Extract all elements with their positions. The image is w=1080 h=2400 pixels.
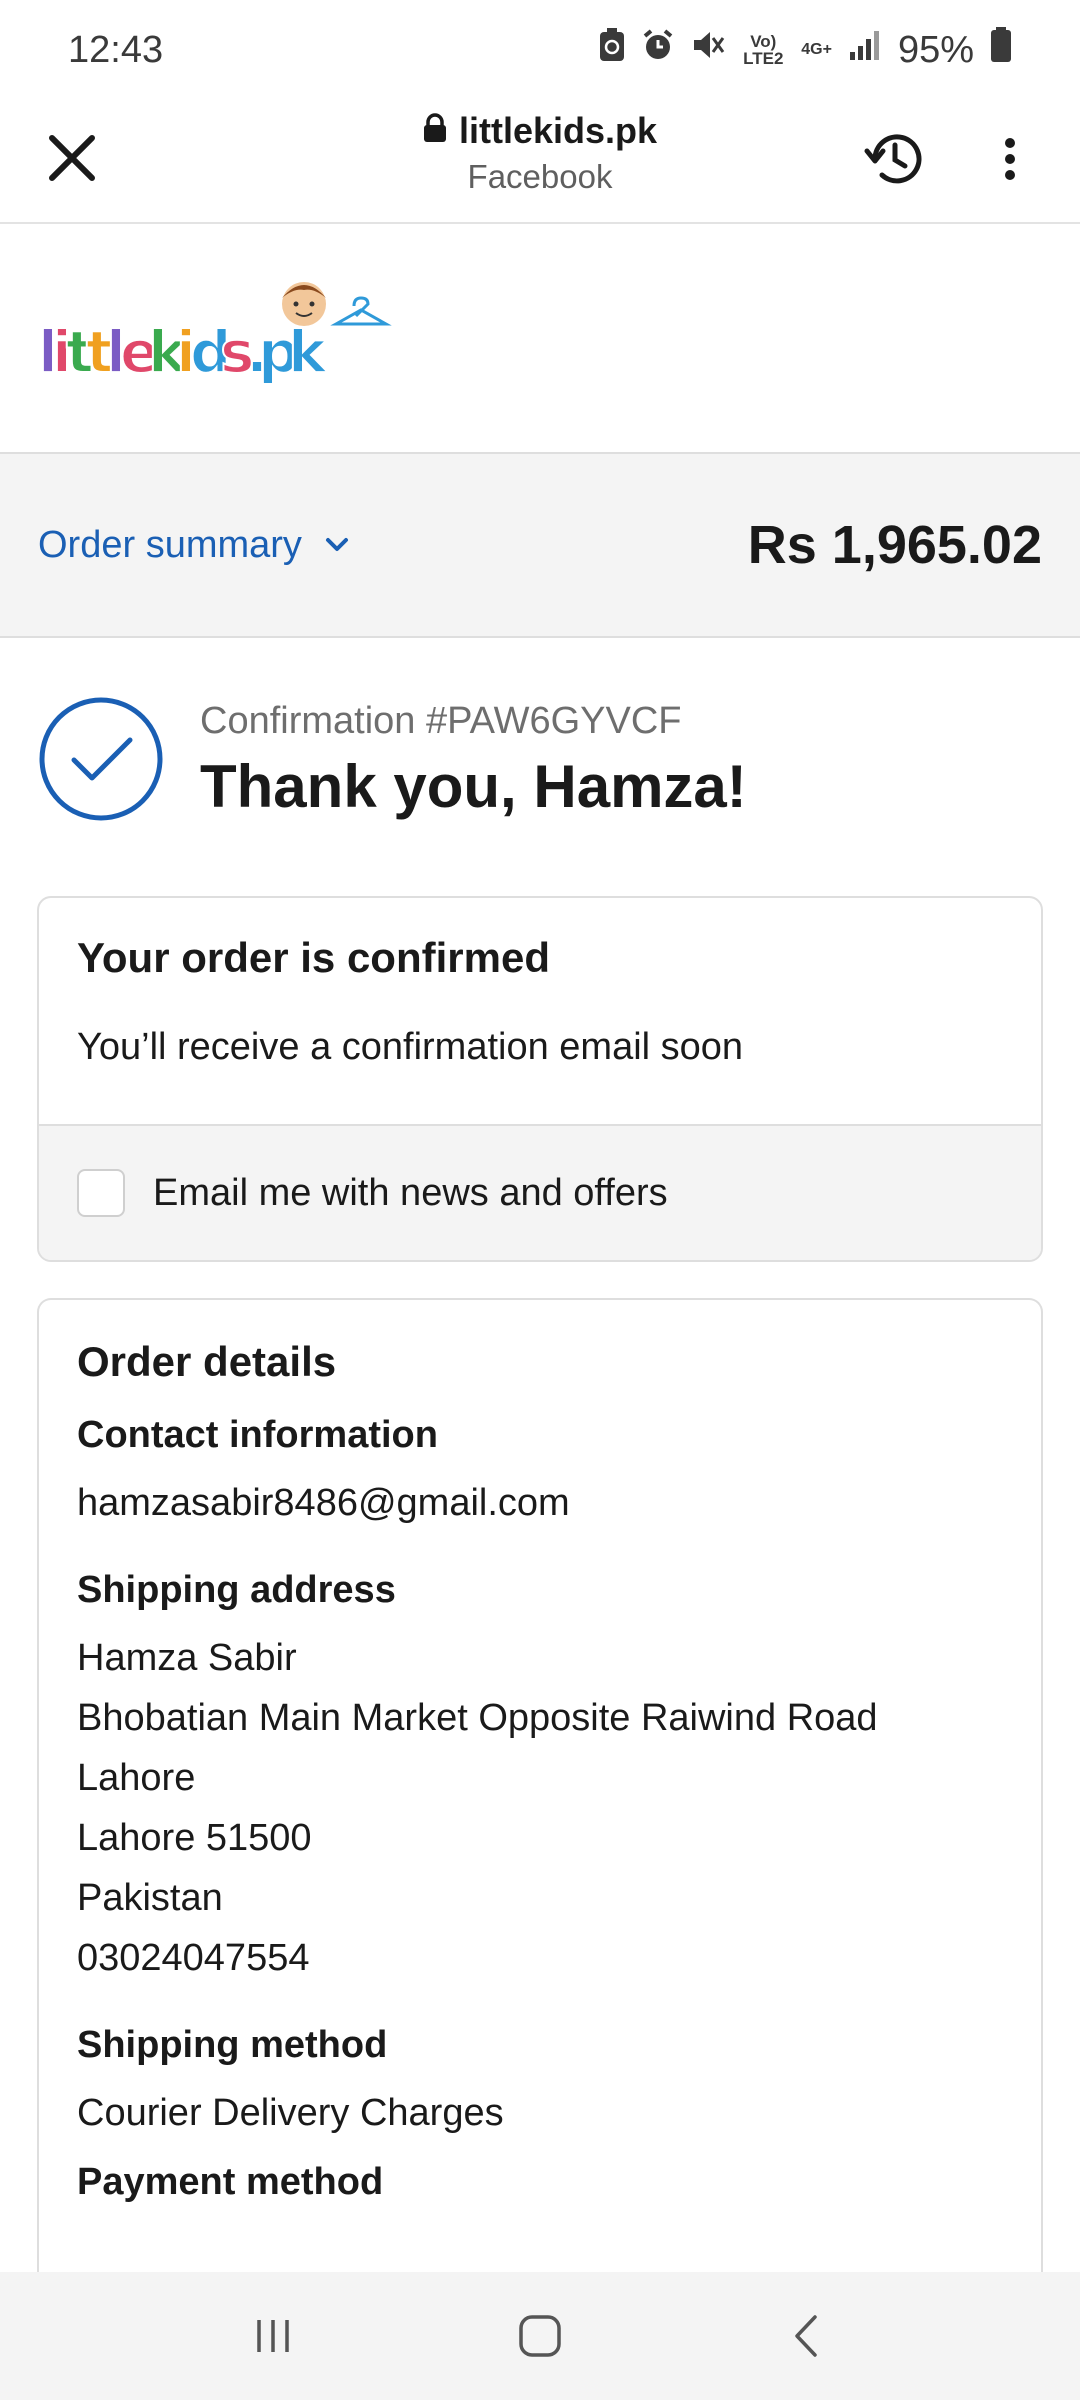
signal-icon: [848, 28, 882, 72]
newsletter-label[interactable]: Email me with news and offers: [153, 1172, 668, 1215]
contact-info-title: Contact information: [77, 1414, 438, 1456]
alarm-icon: [641, 28, 675, 72]
more-options-button[interactable]: [990, 124, 1030, 194]
logo-text: littlekids.pk: [37, 317, 329, 387]
order-summary-bar[interactable]: Order summary Rs 1,965.02: [0, 452, 1080, 638]
address-line: Pakistan: [77, 1877, 223, 1919]
mute-icon: [691, 28, 725, 72]
home-icon: [519, 2315, 561, 2357]
address-line: Lahore 51500: [77, 1817, 312, 1859]
address-phone: 03024047554: [77, 1937, 310, 1979]
battery-icon: [990, 27, 1012, 73]
system-nav-bar: [0, 2272, 1080, 2400]
order-summary-toggle[interactable]: Order summary: [38, 524, 350, 567]
shipping-method-title: Shipping method: [77, 2024, 388, 2066]
newsletter-checkbox[interactable]: [77, 1169, 125, 1217]
address-line: Lahore: [77, 1757, 196, 1799]
shipping-address-title: Shipping address: [77, 1569, 396, 1611]
shipping-address-block: Hamza Sabir Bhobatian Main Market Opposi…: [77, 1628, 1003, 1988]
address-line: Bhobatian Main Market Opposite Raiwind R…: [77, 1697, 878, 1739]
history-icon: [864, 134, 922, 184]
status-icons: Vo) LTE2 4G+ 95%: [599, 27, 1012, 73]
recents-button[interactable]: [233, 2296, 313, 2376]
confirmation-email-text: You’ll receive a confirmation email soon: [77, 1026, 744, 1068]
thank-you-title: Thank you, Hamza!: [200, 753, 747, 820]
data-icon: 4G+: [801, 41, 832, 59]
back-button[interactable]: [767, 2296, 847, 2376]
order-details-heading: Order details: [77, 1338, 337, 1385]
order-details-card: Order details Contact information hamzas…: [37, 1298, 1043, 2338]
url-domain: littlekids.pk: [458, 110, 658, 151]
battery-percent: 95%: [897, 28, 974, 71]
status-bar: 12:43 Vo) LTE2 4G+ 95%: [0, 0, 1080, 100]
browser-toolbar: littlekids.pk Facebook: [0, 100, 1080, 224]
store-header: littlekids.pk: [0, 226, 1080, 452]
chevron-down-icon: [325, 538, 348, 551]
lock-icon: [423, 110, 447, 152]
order-confirmed-heading: Your order is confirmed: [77, 934, 550, 981]
newsletter-option[interactable]: Email me with news and offers: [39, 1124, 1041, 1260]
contact-email: hamzasabir8486@gmail.com: [77, 1482, 570, 1524]
back-icon: [794, 2315, 817, 2357]
logo-letter: k: [288, 318, 328, 386]
thank-you-section: Confirmation #PAW6GYVCF Thank you, Hamza…: [38, 696, 1048, 826]
recents-icon: [257, 2320, 290, 2352]
volte-icon: Vo) LTE2: [741, 33, 785, 67]
history-button[interactable]: [860, 124, 930, 194]
order-confirmed-card: Your order is confirmed You’ll receive a…: [37, 896, 1043, 1262]
check-circle-icon: [39, 697, 163, 821]
more-vert-icon: [1005, 138, 1015, 180]
order-summary-label: Order summary: [38, 523, 302, 566]
confirmation-number: Confirmation #PAW6GYVCF: [200, 700, 682, 742]
shipping-method-value: Courier Delivery Charges: [77, 2092, 504, 2134]
store-logo[interactable]: littlekids.pk: [36, 276, 406, 396]
address-line: Hamza Sabir: [77, 1637, 297, 1679]
order-total: Rs 1,965.02: [747, 515, 1042, 575]
payment-method-title: Payment method: [77, 2161, 384, 2203]
volte-label: Vo) LTE2: [743, 32, 784, 68]
home-button[interactable]: [500, 2296, 580, 2376]
status-time: 12:43: [68, 28, 164, 71]
recycle-icon: [599, 28, 625, 72]
data-label: 4G+: [801, 41, 832, 58]
